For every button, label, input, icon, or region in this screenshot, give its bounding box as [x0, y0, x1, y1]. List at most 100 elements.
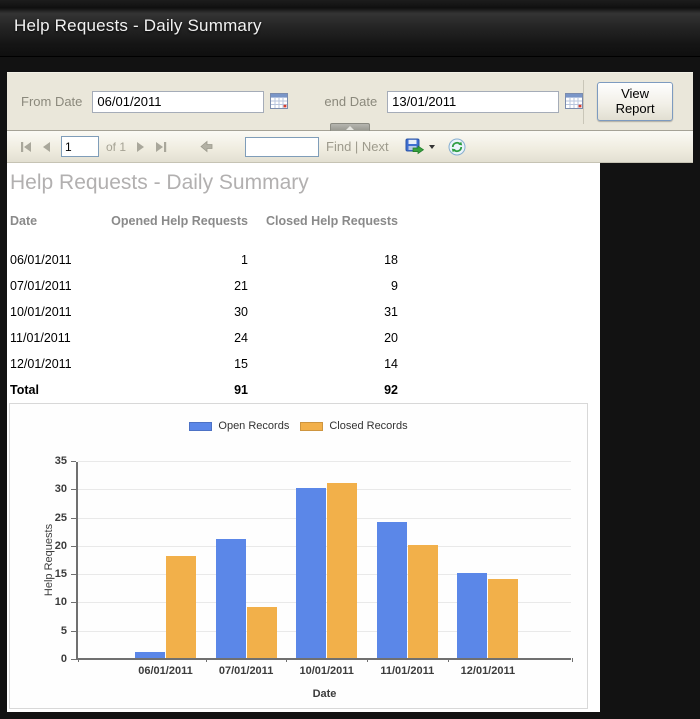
report-content-area: Help Requests - Daily Summary DateOpened…: [7, 163, 600, 712]
bar-open-records: [135, 652, 165, 658]
table-cell: 20: [248, 325, 398, 351]
table-cell: 92: [248, 377, 398, 403]
y-tick-label: 20: [37, 540, 67, 552]
column-header: Closed Help Requests: [248, 211, 398, 231]
next-page-icon[interactable]: [135, 141, 145, 153]
last-page-icon[interactable]: [154, 141, 168, 153]
x-tick-mark: [286, 658, 287, 662]
y-tick-label: 30: [37, 483, 67, 495]
bar-closed-records: [488, 579, 518, 658]
chevron-up-icon: [346, 126, 354, 130]
bar-open-records: [296, 488, 326, 658]
table-cell: 31: [248, 299, 398, 325]
from-date-label: From Date: [21, 94, 82, 109]
x-tick-label: 12/01/2011: [443, 665, 533, 677]
report-toolbar: of 1 Find | Next: [7, 130, 693, 163]
find-input[interactable]: [245, 137, 319, 157]
bar-open-records: [377, 522, 407, 658]
page-number-input[interactable]: [61, 136, 99, 157]
y-tick-mark: [71, 659, 76, 660]
from-date-input[interactable]: [92, 91, 264, 113]
gridline: [78, 461, 571, 462]
page-count-label: of 1: [106, 140, 126, 154]
end-date-calendar-button[interactable]: [565, 93, 583, 110]
table-cell: 06/01/2011: [10, 247, 110, 273]
table-cell: 24: [110, 325, 248, 351]
summary-table: DateOpened Help RequestsClosed Help Requ…: [10, 211, 398, 403]
table-cell: 21: [110, 273, 248, 299]
legend-item: Open Records: [189, 420, 289, 432]
table-row: 12/01/20111514: [10, 351, 398, 377]
bar-open-records: [457, 573, 487, 658]
legend-swatch: [189, 422, 212, 431]
column-header: Opened Help Requests: [110, 211, 248, 231]
previous-page-icon[interactable]: [42, 141, 52, 153]
y-tick-mark: [71, 461, 76, 462]
chart-container: Open Records Closed Records Help Requests…: [9, 403, 588, 709]
export-dropdown-caret-icon[interactable]: [429, 145, 435, 149]
legend-label: Open Records: [218, 420, 289, 432]
y-tick-mark: [71, 546, 76, 547]
y-axis-title: Help Requests: [43, 480, 55, 640]
column-header: Date: [10, 211, 110, 231]
end-date-label: end Date: [324, 94, 377, 109]
x-tick-mark: [78, 658, 79, 662]
table-cell: 07/01/2011: [10, 273, 110, 299]
x-tick-mark: [448, 658, 449, 662]
bar-closed-records: [247, 607, 277, 658]
end-date-input[interactable]: [387, 91, 559, 113]
x-tick-label: 06/01/2011: [121, 665, 211, 677]
table-cell: 12/01/2011: [10, 351, 110, 377]
bar-open-records: [216, 539, 246, 658]
bar-closed-records: [408, 545, 438, 658]
y-tick-label: 35: [37, 455, 67, 467]
table-header-row: DateOpened Help RequestsClosed Help Requ…: [10, 211, 398, 231]
report-title: Help Requests - Daily Summary: [10, 171, 600, 195]
y-tick-label: 0: [37, 653, 67, 665]
find-next-links[interactable]: Find | Next: [326, 139, 389, 154]
from-date-calendar-button[interactable]: [270, 93, 288, 110]
first-page-icon[interactable]: [19, 141, 33, 153]
legend-item: Closed Records: [300, 420, 407, 432]
table-cell: 11/01/2011: [10, 325, 110, 351]
page-title: Help Requests - Daily Summary: [14, 16, 262, 36]
y-tick-label: 15: [37, 568, 67, 580]
x-tick-label: 11/01/2011: [362, 665, 452, 677]
x-tick-mark: [367, 658, 368, 662]
table-cell: 1: [110, 247, 248, 273]
x-tick-label: 10/01/2011: [282, 665, 372, 677]
chart-plot-area: Help Requests Date 0510152025303506/01/2…: [76, 462, 571, 660]
view-report-button[interactable]: View Report: [597, 82, 673, 121]
collapse-parameters-handle[interactable]: [330, 123, 370, 131]
table-cell: 18: [248, 247, 398, 273]
report-viewer-window: { "header": { "title": "Help Requests - …: [0, 0, 700, 719]
spacer-row: [10, 231, 398, 247]
y-tick-label: 10: [37, 596, 67, 608]
table-total-row: Total9192: [10, 377, 398, 403]
refresh-icon[interactable]: [448, 138, 466, 156]
y-tick-mark: [71, 574, 76, 575]
y-tick-label: 25: [37, 512, 67, 524]
x-axis-title: Date: [78, 688, 571, 700]
app-header: Help Requests - Daily Summary: [0, 0, 700, 57]
parameters-panel: From Date end Date View Report: [7, 72, 693, 130]
table-row: 11/01/20112420: [10, 325, 398, 351]
legend-label: Closed Records: [329, 420, 407, 432]
table-cell: 30: [110, 299, 248, 325]
bar-closed-records: [327, 483, 357, 658]
table-cell: 9: [248, 273, 398, 299]
chart-legend: Open Records Closed Records: [10, 420, 587, 432]
calendar-icon: [270, 97, 288, 112]
table-cell: 91: [110, 377, 248, 403]
y-tick-mark: [71, 602, 76, 603]
table-cell: 10/01/2011: [10, 299, 110, 325]
x-tick-mark: [206, 658, 207, 662]
back-to-parent-report-icon[interactable]: [200, 140, 214, 153]
table-row: 06/01/2011118: [10, 247, 398, 273]
parameters-divider: [583, 80, 584, 124]
legend-swatch: [300, 422, 323, 431]
y-tick-mark: [71, 518, 76, 519]
export-icon[interactable]: [405, 138, 425, 155]
x-tick-label: 07/01/2011: [201, 665, 291, 677]
y-tick-mark: [71, 631, 76, 632]
